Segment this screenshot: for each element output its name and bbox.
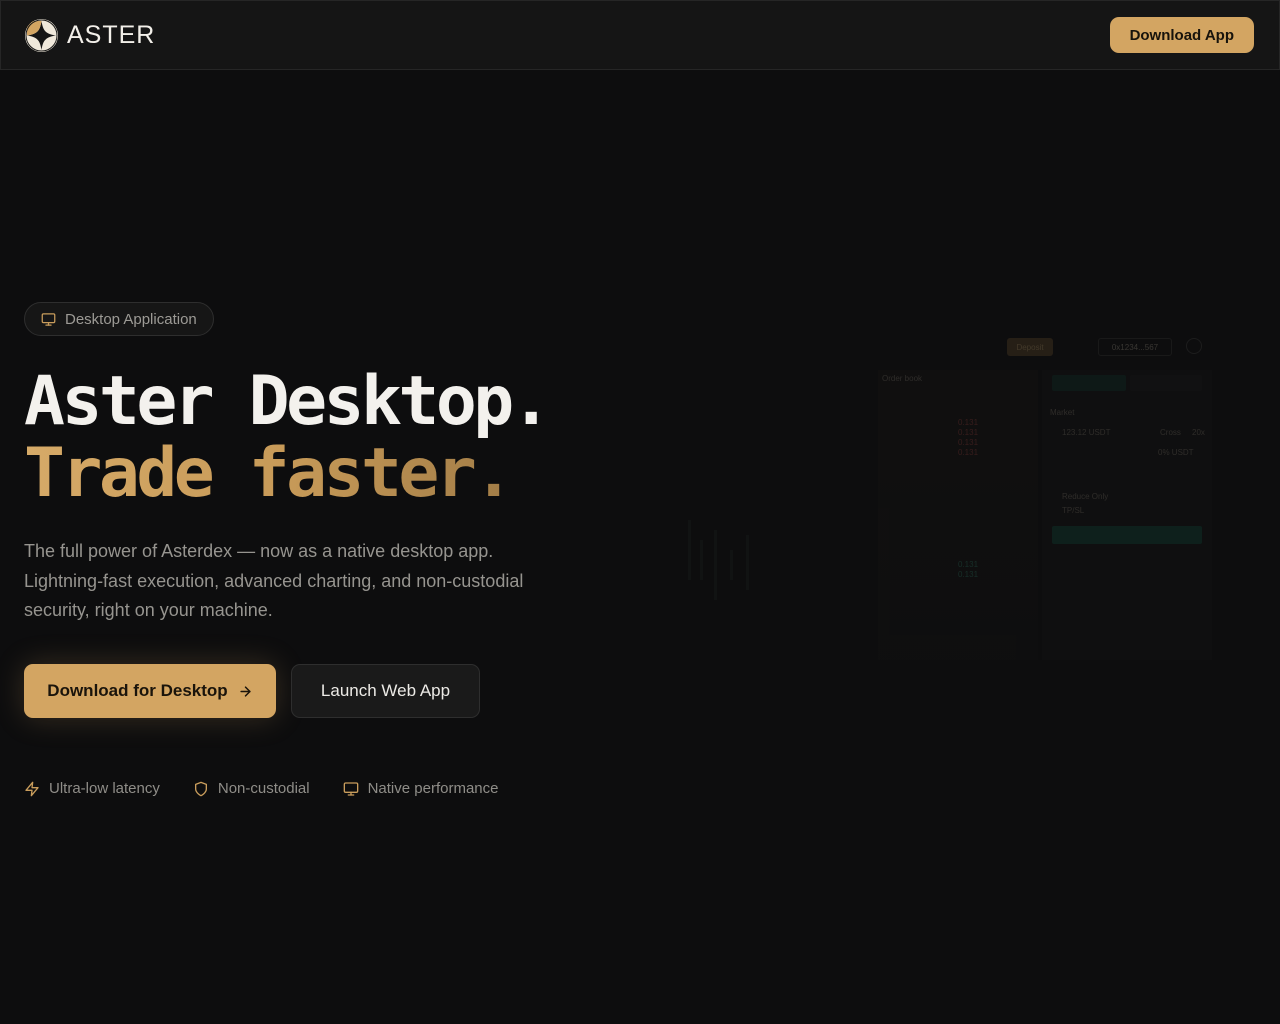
preview-order-panel: Market 123.12 USDT Cross 20x 0% USDT Red… xyxy=(1042,370,1212,660)
monitor-icon xyxy=(41,312,56,327)
feature-label: Native performance xyxy=(367,780,499,797)
top-nav: ASTER Download App xyxy=(0,0,1280,70)
feature-item-native-performance: Native performance xyxy=(343,780,499,797)
feature-label: Non-custodial xyxy=(217,780,310,797)
preview-wallet-address: 0x1234...567 xyxy=(1098,338,1172,356)
download-app-button[interactable]: Download App xyxy=(1109,17,1254,53)
preview-leverage: 20x xyxy=(1192,428,1205,437)
arrow-right-icon xyxy=(238,684,253,699)
hero-title-line2: Trade faster. xyxy=(24,438,548,510)
hero-title: Aster Desktop. Trade faster. xyxy=(24,362,552,510)
preview-buy-long-button xyxy=(1052,526,1202,544)
preview-candle xyxy=(688,520,691,580)
preview-order-book-label: Order book xyxy=(882,374,923,383)
preview-ask: 0.131 xyxy=(958,448,979,457)
hero-title-line1: Aster Desktop. xyxy=(24,362,552,441)
monitor-icon xyxy=(343,781,359,797)
launch-web-app-button[interactable]: Launch Web App xyxy=(291,664,480,718)
preview-order-book: Order book 0.131 0.131 0.131 0.131 0.131… xyxy=(878,370,1038,660)
hero-description: The full power of Asterdex — now as a na… xyxy=(24,541,524,620)
preview-bid: 0.131 xyxy=(958,570,979,579)
preview-candle xyxy=(746,535,749,590)
download-for-desktop-label: Download for Desktop xyxy=(47,681,228,700)
preview-reduce-only: Reduce Only xyxy=(1062,492,1109,501)
preview-ask: 0.131 xyxy=(958,418,979,427)
preview-amount: 123.12 USDT xyxy=(1062,428,1111,437)
preview-settings-icon xyxy=(1186,338,1202,354)
preview-market-label: Market xyxy=(1050,408,1075,417)
preview-sell-tab xyxy=(1130,375,1202,391)
badge-label: Desktop Application xyxy=(65,310,197,328)
lightning-icon xyxy=(24,781,40,797)
feature-item-non-custodial: Non-custodial xyxy=(193,780,310,797)
preview-size: 0% USDT xyxy=(1158,448,1194,457)
feature-label: Ultra-low latency xyxy=(49,780,160,797)
preview-buy-tab xyxy=(1052,375,1126,391)
desktop-application-badge: Desktop Application xyxy=(24,302,214,336)
shield-icon xyxy=(193,781,209,797)
feature-item-latency: Ultra-low latency xyxy=(24,780,160,797)
aster-logo-icon xyxy=(25,18,58,52)
brand[interactable]: ASTER xyxy=(25,18,156,52)
preview-candle xyxy=(700,540,703,580)
preview-ask: 0.131 xyxy=(958,428,979,437)
preview-ask: 0.131 xyxy=(958,438,979,447)
brand-name: ASTER xyxy=(67,20,156,49)
preview-candle xyxy=(730,550,733,580)
feature-list: Ultra-low latency Non-custodial Native p… xyxy=(24,780,499,797)
download-for-desktop-button[interactable]: Download for Desktop xyxy=(24,664,276,718)
preview-tpsl: TP/SL xyxy=(1062,506,1085,515)
preview-candle xyxy=(714,530,717,600)
preview-deposit-button: Deposit xyxy=(1007,338,1053,356)
preview-cross: Cross xyxy=(1160,428,1181,437)
app-preview: Deposit 0x1234...567 Order book 0.131 0.… xyxy=(430,320,1230,660)
preview-bid: 0.131 xyxy=(958,560,979,569)
